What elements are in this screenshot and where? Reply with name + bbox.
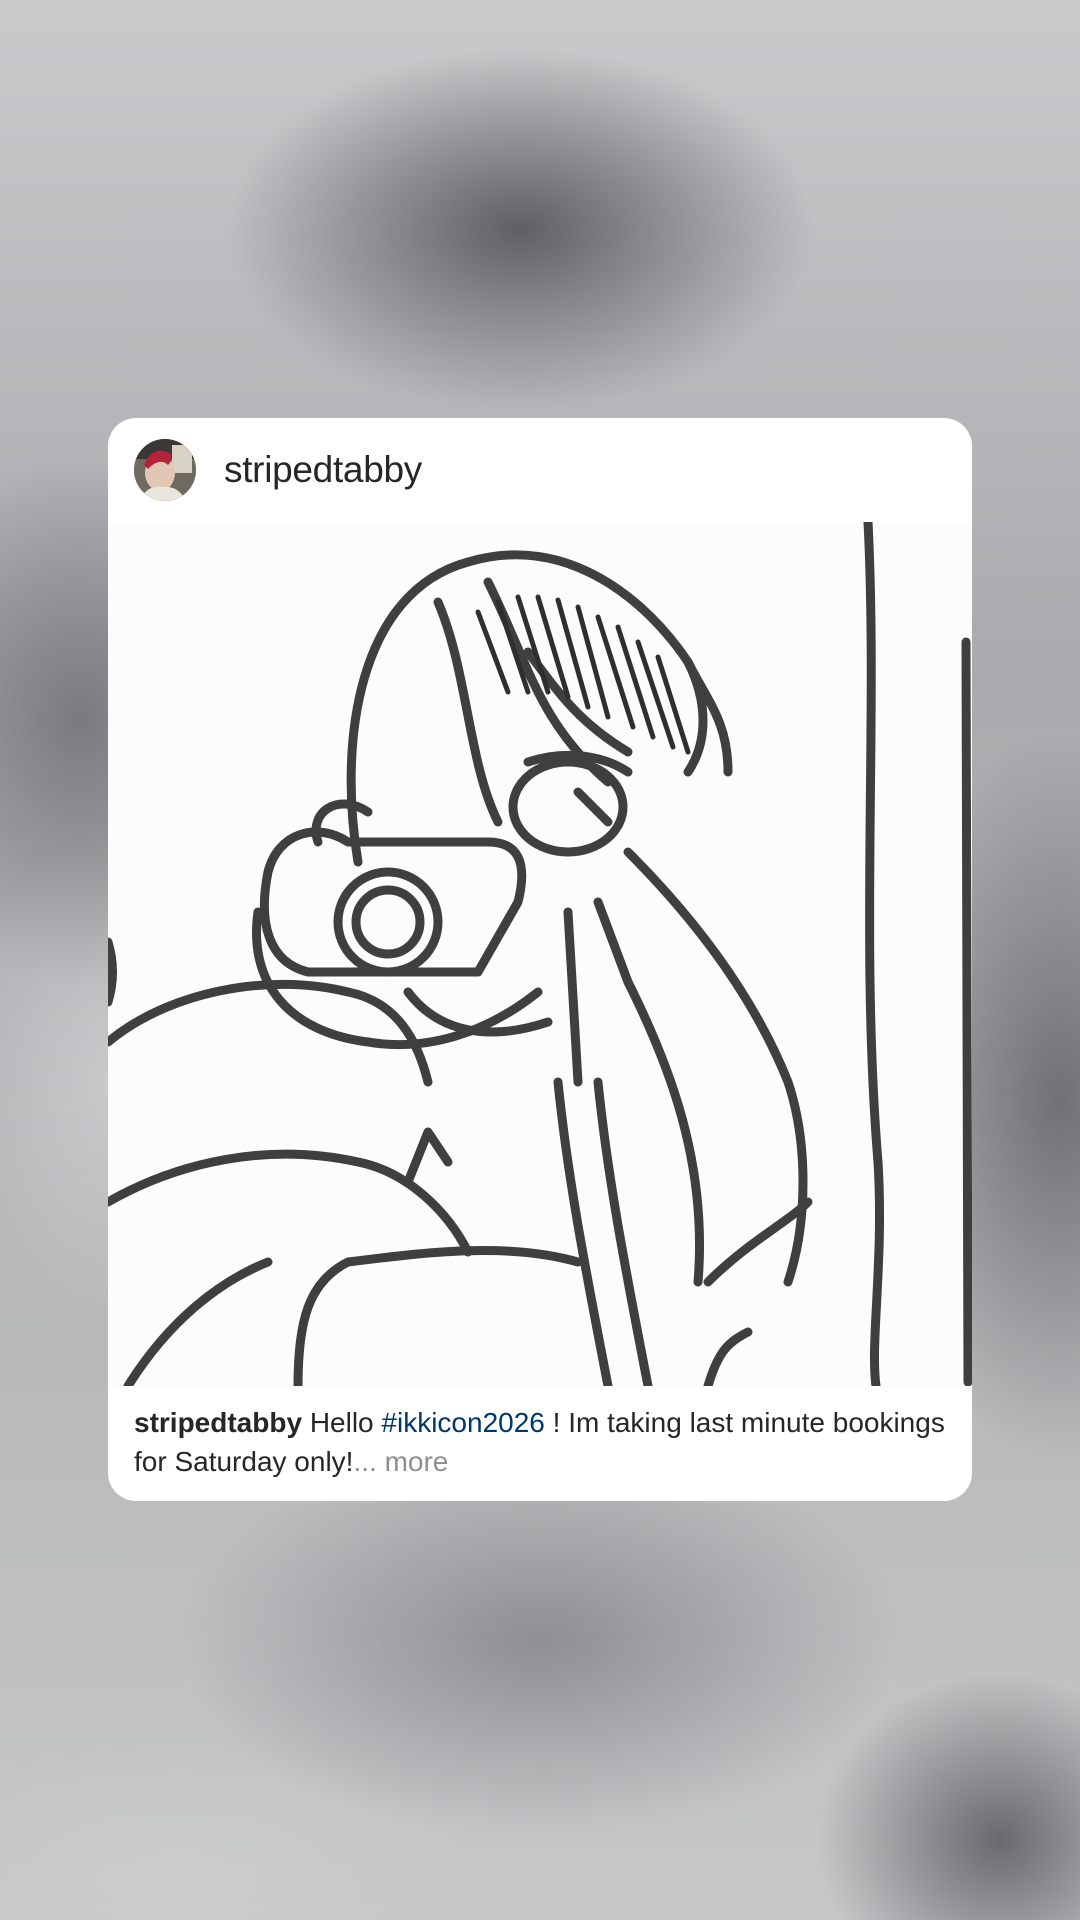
post-image[interactable]	[108, 522, 972, 1386]
caption-hashtag[interactable]: #ikkicon2026	[381, 1407, 544, 1438]
caption-text-start: Hello	[309, 1407, 382, 1438]
post-username[interactable]: stripedtabby	[224, 448, 422, 492]
caption-username[interactable]: stripedtabby	[134, 1407, 302, 1438]
caption-ellipsis: ...	[353, 1446, 377, 1477]
avatar[interactable]	[134, 439, 196, 501]
more-link[interactable]: more	[377, 1446, 449, 1477]
post-preview-card[interactable]: stripedtabby stripedtabby Hello #ikkicon…	[108, 418, 972, 1501]
post-caption: stripedtabby Hello #ikkicon2026 ! Im tak…	[134, 1403, 946, 1481]
post-header: stripedtabby	[108, 418, 972, 522]
sketch-drawing	[108, 522, 972, 1386]
